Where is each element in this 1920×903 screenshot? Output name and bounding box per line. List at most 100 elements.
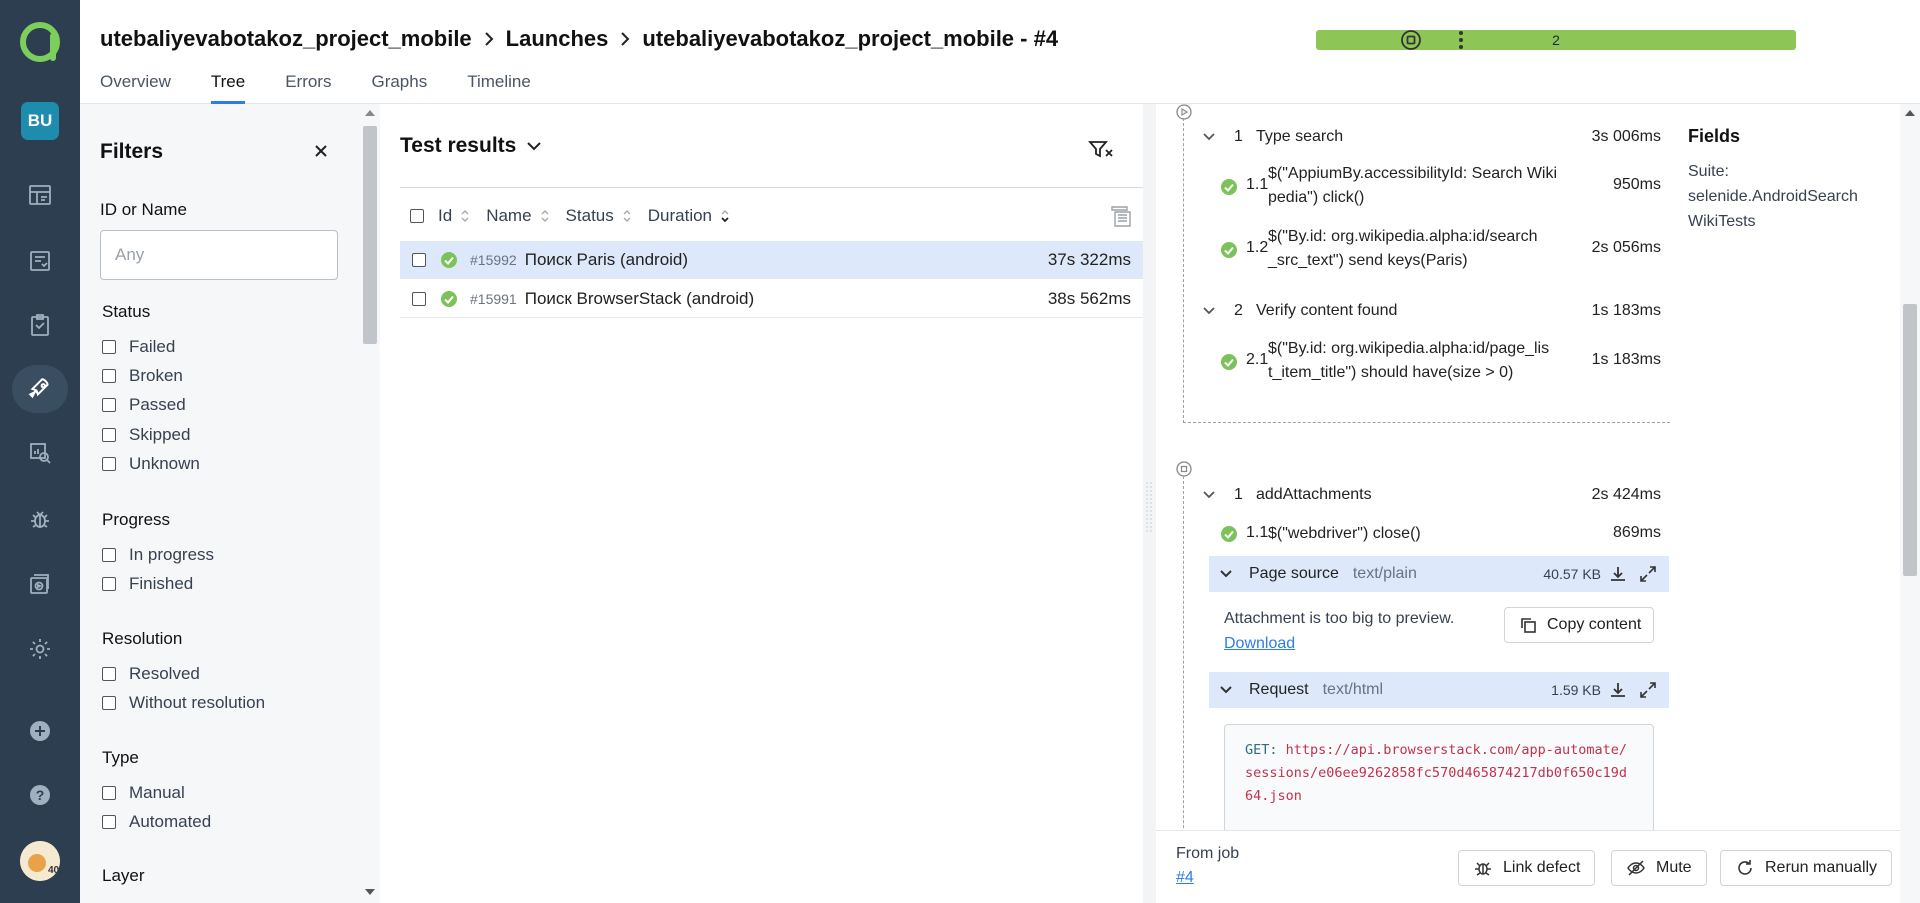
- select-all-checkbox[interactable]: [410, 209, 424, 223]
- row-checkbox[interactable]: [412, 252, 426, 267]
- more-vertical-icon[interactable]: [1446, 25, 1476, 55]
- tab-graphs[interactable]: Graphs: [371, 72, 427, 104]
- breadcrumb-launch: utebaliyevabotakoz_project_mobile - #4: [642, 26, 1059, 51]
- mute-button[interactable]: Mute: [1611, 850, 1707, 886]
- filter-failed[interactable]: Failed: [102, 337, 175, 357]
- scroll-up-arrow-icon[interactable]: [1905, 110, 1915, 116]
- filter-broken[interactable]: Broken: [102, 366, 183, 386]
- column-duration[interactable]: Duration: [648, 206, 730, 226]
- checkbox[interactable]: [102, 398, 116, 412]
- link-defect-button[interactable]: Link defect: [1458, 850, 1596, 886]
- attachment-page-source[interactable]: Page source text/plain 40.57 KB: [1209, 556, 1669, 592]
- expand-icon[interactable]: [1639, 681, 1657, 699]
- checkbox[interactable]: [102, 786, 116, 800]
- id-or-name-input[interactable]: Any: [100, 230, 338, 280]
- checkbox[interactable]: [102, 457, 116, 471]
- column-name[interactable]: Name: [486, 206, 549, 226]
- attachment-request[interactable]: Request text/html 1.59 KB: [1209, 672, 1669, 708]
- chevron-down-icon[interactable]: [1202, 490, 1216, 500]
- defects-nav-icon[interactable]: [0, 494, 80, 544]
- step-row[interactable]: 2 Verify content found 1s 183ms: [1184, 302, 1671, 326]
- project-badge[interactable]: BU: [21, 102, 59, 140]
- sort-icon[interactable]: [622, 208, 632, 224]
- table-row[interactable]: #15991 Поиск BrowserStack (android) 38s …: [400, 280, 1143, 318]
- filter-manual[interactable]: Manual: [102, 783, 185, 803]
- analytics-nav-icon[interactable]: [0, 428, 80, 478]
- sort-icon[interactable]: [540, 208, 550, 224]
- scroll-down-arrow-icon[interactable]: [365, 889, 375, 895]
- scrollbar-thumb[interactable]: [363, 126, 377, 344]
- filter-in-progress[interactable]: In progress: [102, 545, 214, 565]
- table-row[interactable]: #15992 Поиск Paris (android) 37s 322ms: [400, 241, 1143, 279]
- filter-passed[interactable]: Passed: [102, 395, 186, 415]
- chevron-down-icon[interactable]: [526, 141, 542, 151]
- close-icon[interactable]: [306, 136, 336, 166]
- chevron-down-icon[interactable]: [1202, 306, 1216, 316]
- tab-errors[interactable]: Errors: [285, 72, 331, 104]
- clear-filter-icon[interactable]: [1086, 134, 1116, 164]
- sort-icon[interactable]: [460, 208, 470, 224]
- passed-status-icon: [441, 251, 457, 268]
- breadcrumb-project[interactable]: utebaliyevabotakoz_project_mobile: [100, 26, 472, 52]
- tab-overview[interactable]: Overview: [100, 72, 171, 104]
- filters-scrollbar[interactable]: [360, 104, 380, 903]
- step-row[interactable]: 1.2 $("By.id: org.wikipedia.alpha:id/sea…: [1184, 225, 1671, 277]
- settings-gear-icon[interactable]: [0, 624, 80, 674]
- row-checkbox[interactable]: [412, 291, 426, 306]
- download-link[interactable]: Download: [1224, 635, 1295, 652]
- column-status[interactable]: Status: [566, 206, 632, 226]
- step-row[interactable]: 2.1 $("By.id: org.wikipedia.alpha:id/pag…: [1184, 337, 1671, 389]
- launches-nav-icon[interactable]: [0, 364, 80, 414]
- download-icon[interactable]: [1609, 681, 1627, 699]
- filter-without-resolution[interactable]: Without resolution: [102, 693, 265, 713]
- job-link[interactable]: #4: [1176, 869, 1194, 887]
- checkbox[interactable]: [102, 428, 116, 442]
- test-cases-nav-icon[interactable]: [0, 236, 80, 286]
- chevron-right-icon: [618, 30, 632, 48]
- rerun-manually-button[interactable]: Rerun manually: [1720, 850, 1893, 886]
- tab-tree[interactable]: Tree: [210, 72, 246, 104]
- panel-resizer[interactable]: [1143, 104, 1156, 903]
- column-settings-icon[interactable]: [1109, 204, 1133, 228]
- checkbox[interactable]: [102, 667, 116, 681]
- add-plus-icon[interactable]: [0, 706, 80, 756]
- user-avatar[interactable]: 40: [20, 841, 60, 881]
- chevron-down-icon[interactable]: [1202, 132, 1216, 142]
- column-id[interactable]: Id: [438, 206, 470, 226]
- checkbox[interactable]: [102, 577, 116, 591]
- checkbox[interactable]: [102, 696, 116, 710]
- results-table-header: Id Name Status Duration: [400, 187, 1143, 245]
- chevron-down-icon[interactable]: [1219, 685, 1233, 695]
- jobs-nav-icon[interactable]: [0, 560, 80, 610]
- checkbox[interactable]: [102, 815, 116, 829]
- dashboard-nav-icon[interactable]: [0, 170, 80, 220]
- allure-logo-icon[interactable]: [20, 22, 60, 62]
- filter-finished[interactable]: Finished: [102, 574, 193, 594]
- checkbox[interactable]: [102, 340, 116, 354]
- filter-resolved[interactable]: Resolved: [102, 664, 200, 684]
- filter-automated[interactable]: Automated: [102, 812, 211, 832]
- breadcrumb-launches[interactable]: Launches: [506, 26, 609, 52]
- tab-timeline[interactable]: Timeline: [467, 72, 531, 104]
- step-row[interactable]: 1.1 $("webdriver") close() 869ms: [1184, 524, 1671, 548]
- step-row[interactable]: 1 addAttachments 2s 424ms: [1184, 486, 1671, 510]
- filter-unknown[interactable]: Unknown: [102, 454, 200, 474]
- scroll-up-arrow-icon[interactable]: [365, 110, 375, 116]
- stop-launch-icon[interactable]: [1396, 25, 1426, 55]
- detail-scrollbar[interactable]: [1900, 104, 1920, 903]
- scrollbar-thumb[interactable]: [1903, 304, 1917, 576]
- help-question-icon[interactable]: ?: [0, 770, 80, 820]
- drag-handle-icon[interactable]: [1146, 482, 1152, 532]
- step-row[interactable]: 1.1 $("AppiumBy.accessibilityId: Search …: [1184, 162, 1671, 214]
- filter-skipped[interactable]: Skipped: [102, 425, 190, 445]
- sort-desc-icon[interactable]: [720, 208, 730, 224]
- test-results-title[interactable]: Test results: [400, 134, 542, 158]
- chevron-down-icon[interactable]: [1219, 569, 1233, 579]
- expand-icon[interactable]: [1639, 565, 1657, 583]
- download-icon[interactable]: [1609, 565, 1627, 583]
- copy-content-button[interactable]: Copy content: [1504, 607, 1654, 643]
- checkbox[interactable]: [102, 548, 116, 562]
- checkbox[interactable]: [102, 369, 116, 383]
- step-row[interactable]: 1 Type search 3s 006ms: [1184, 128, 1671, 152]
- test-plans-nav-icon[interactable]: [0, 300, 80, 350]
